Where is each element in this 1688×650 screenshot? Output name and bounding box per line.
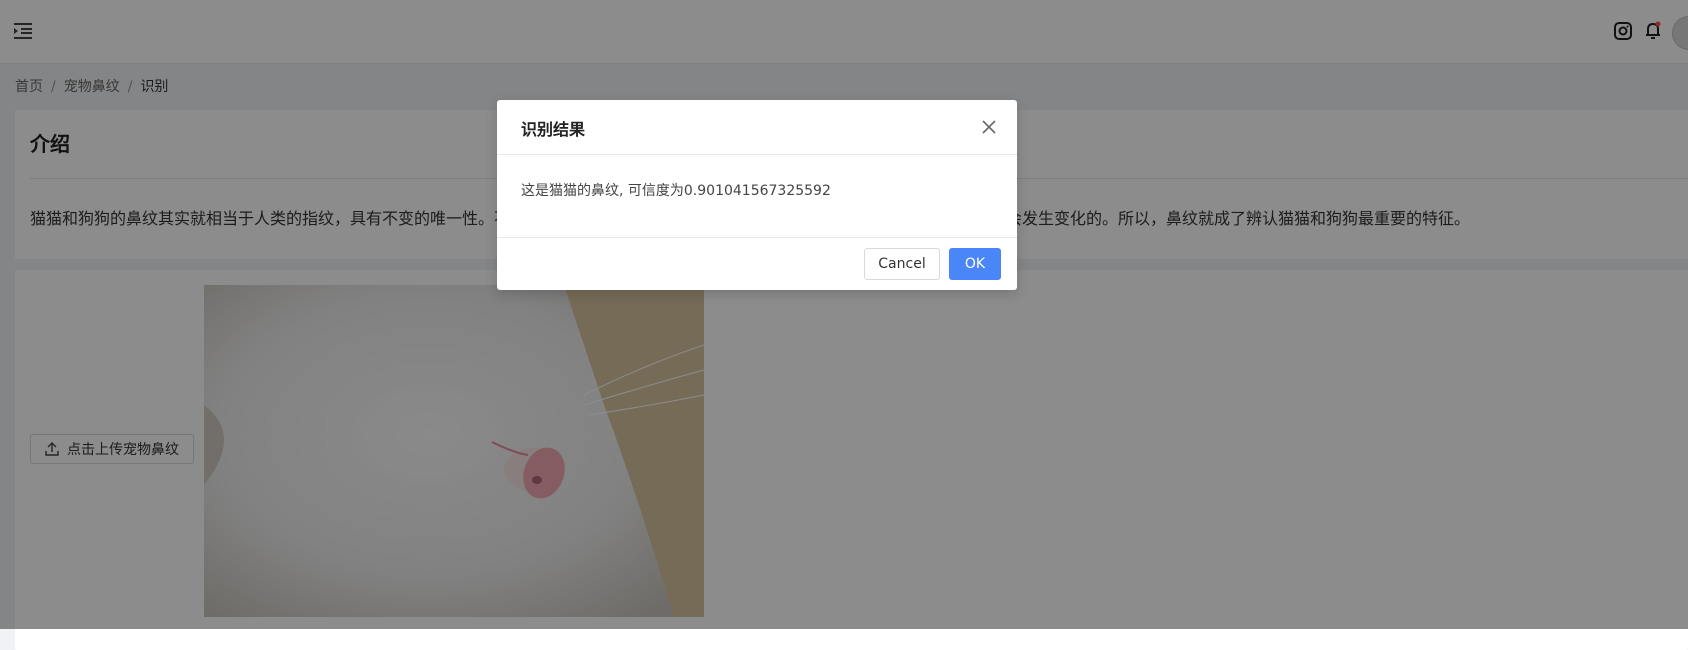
modal-mask[interactable]	[0, 0, 1688, 629]
modal-title: 识别结果	[521, 120, 586, 139]
cancel-button[interactable]: Cancel	[864, 248, 940, 280]
modal-footer: Cancel OK	[497, 237, 1017, 291]
result-modal: 识别结果 这是猫猫的鼻纹, 可信度为0.901041567325592 Canc…	[497, 100, 1017, 290]
modal-body: 这是猫猫的鼻纹, 可信度为0.901041567325592	[521, 183, 831, 199]
ok-button[interactable]: OK	[949, 248, 1001, 280]
modal-header: 识别结果	[497, 100, 1017, 155]
close-icon[interactable]	[979, 117, 999, 137]
